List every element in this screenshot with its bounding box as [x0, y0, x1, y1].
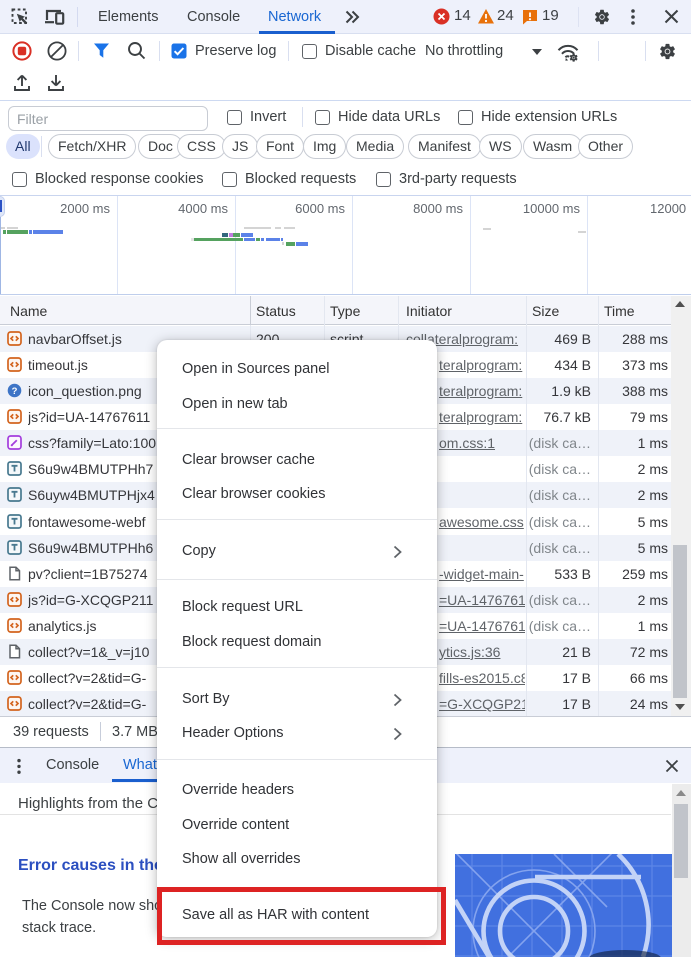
svg-text:?: ?: [12, 386, 18, 397]
